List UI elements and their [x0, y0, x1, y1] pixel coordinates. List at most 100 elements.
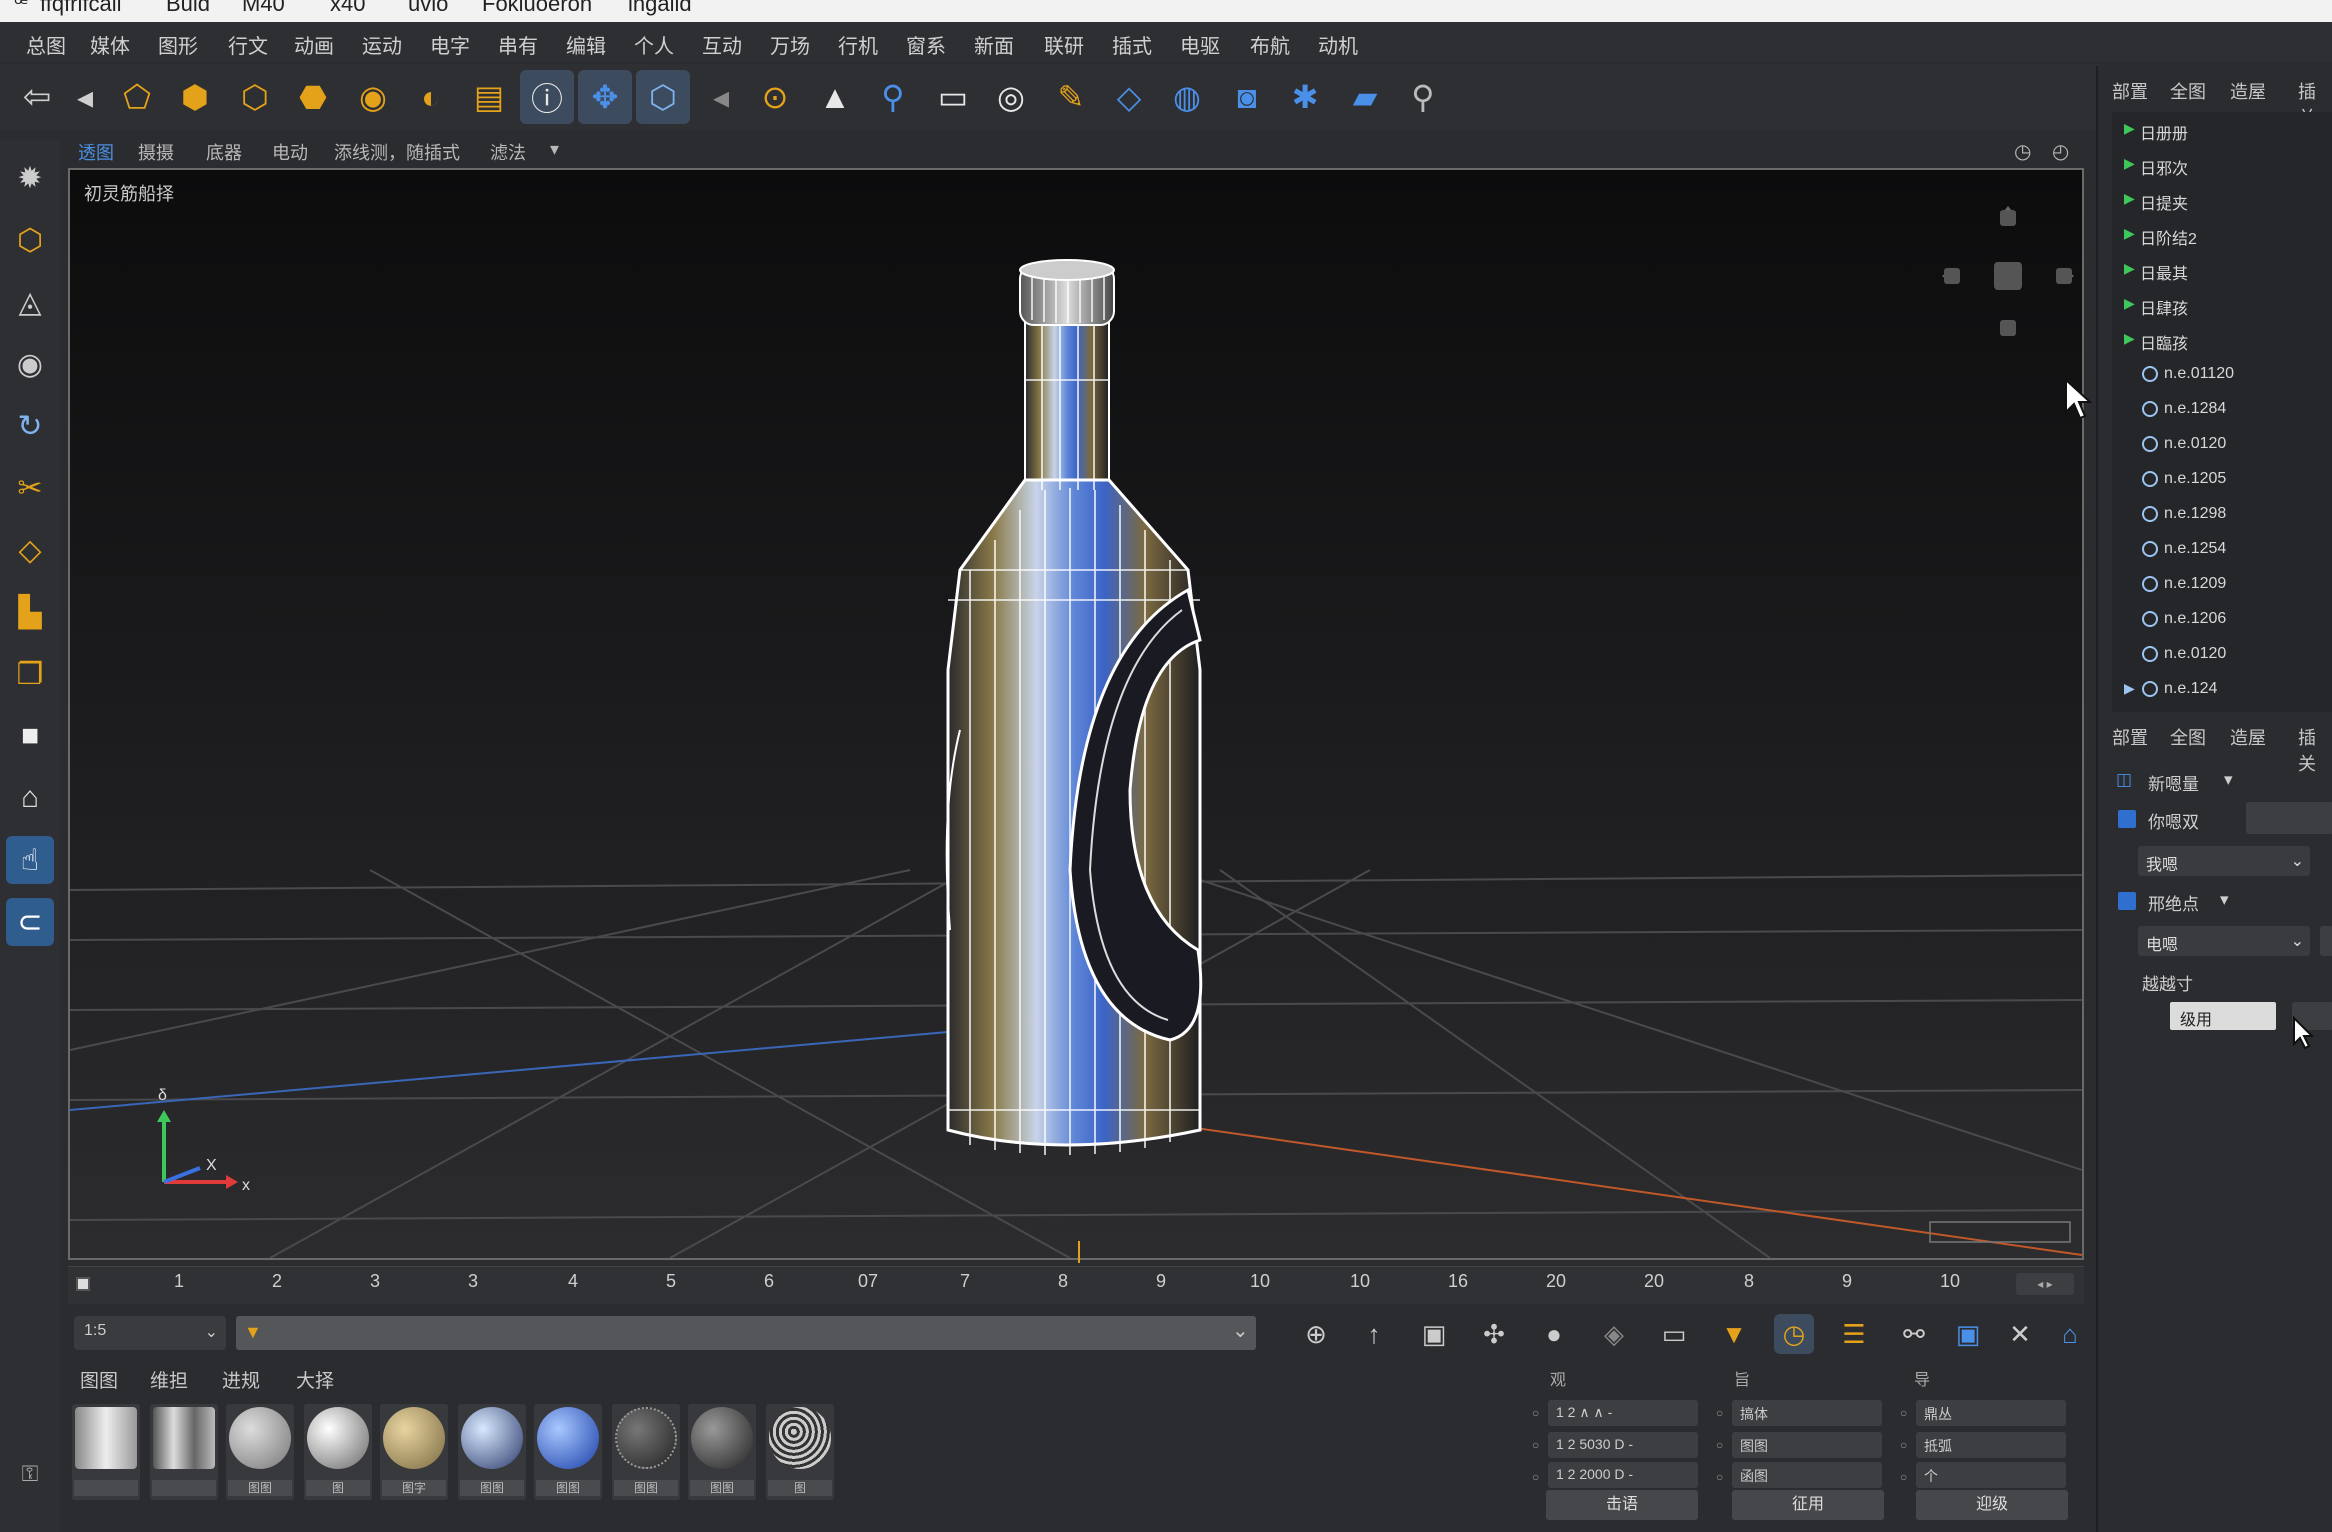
camera-icon[interactable]: ◎	[984, 70, 1038, 124]
monitor-icon[interactable]: ▭	[926, 70, 980, 124]
menu-item[interactable]: 运动	[362, 30, 402, 59]
keyframe-start-marker[interactable]	[76, 1277, 90, 1291]
history-icon[interactable]: ◴	[2052, 139, 2069, 164]
settings-icon[interactable]: ✹	[6, 154, 54, 202]
attr-value-input[interactable]	[2246, 802, 2332, 834]
info-icon[interactable]: ⓘ	[520, 70, 574, 124]
material-tab[interactable]: 进规	[222, 1366, 260, 1393]
attr-section-label[interactable]: 邢绝点	[2148, 890, 2199, 915]
object-row[interactable]: ▶ 日阶结2	[2112, 217, 2332, 251]
polygon-icon[interactable]: ⬡	[228, 70, 282, 124]
clipboard-icon[interactable]: ▣	[1414, 1314, 1454, 1354]
size-x-field[interactable]: 搞体	[1732, 1400, 1882, 1426]
viewport-tab[interactable]: 摄摄	[138, 139, 174, 165]
pen-icon[interactable]: ✎	[1044, 70, 1098, 124]
attr-apply-button[interactable]: 级用	[2170, 1002, 2276, 1030]
material-swatch[interactable]: 图图	[534, 1404, 602, 1500]
image-icon[interactable]: ▭	[1654, 1314, 1694, 1354]
object-row[interactable]: n.e.1284	[2112, 392, 2332, 426]
frame-select[interactable]: 1:5 ⌄	[74, 1316, 226, 1350]
object-row[interactable]: n.e.1254	[2112, 532, 2332, 566]
target-icon[interactable]: ⊙	[748, 70, 802, 124]
rotation-p-field[interactable]: 抵弧	[1916, 1432, 2066, 1458]
panel-tab[interactable]: 部置	[2112, 78, 2148, 104]
position-x-field[interactable]: 1 2 ∧ ∧ -	[1548, 1400, 1698, 1426]
object-row[interactable]: ▶ n.e.124	[2112, 672, 2332, 706]
dot-icon[interactable]: ●	[1534, 1314, 1574, 1354]
title-item[interactable]: ffqfrlfcail	[40, 0, 122, 17]
timeline-ruler[interactable]: 1 2 3 3 4 5 6 07 7 8 9 10 10 16 20 20 8 …	[68, 1241, 2084, 1304]
house-icon[interactable]: ⌂	[6, 774, 54, 822]
position-z-field[interactable]: 1 2 2000 D -	[1548, 1462, 1698, 1488]
panel-tab[interactable]: 造屋	[2230, 724, 2266, 750]
hand-icon[interactable]: ☝	[6, 836, 54, 884]
title-item[interactable]: uvlo	[408, 0, 448, 17]
rotate-icon[interactable]: ◉	[346, 70, 400, 124]
expand-icon[interactable]: ✕	[2000, 1314, 2040, 1354]
viewport-tab[interactable]: 底器	[206, 139, 242, 165]
title-item[interactable]: x40	[330, 0, 365, 17]
fan-icon[interactable]: ✣	[1474, 1314, 1514, 1354]
folder-icon[interactable]: ▰	[1338, 70, 1392, 124]
position-y-field[interactable]: 1 2 5030 D -	[1548, 1432, 1698, 1458]
menu-item[interactable]: 新面	[974, 30, 1014, 59]
menu-item[interactable]: 电字	[430, 30, 470, 59]
title-item[interactable]: M40	[242, 0, 285, 17]
object-row[interactable]: n.e.1298	[2112, 497, 2332, 531]
title-item[interactable]: Buld	[166, 0, 210, 17]
cube-icon[interactable]: ⬢	[168, 70, 222, 124]
rotation-b-field[interactable]: 个	[1916, 1462, 2066, 1488]
document-icon[interactable]: ▤	[462, 70, 516, 124]
object-row[interactable]: n.e.1206	[2112, 602, 2332, 636]
object-row[interactable]: ▶ 日臨孩	[2112, 322, 2332, 356]
rotation-h-field[interactable]: 鼎丛	[1916, 1400, 2066, 1426]
menu-item[interactable]: 布航	[1250, 30, 1290, 59]
menu-item[interactable]: 窗系	[906, 30, 946, 59]
menu-item[interactable]: 编辑	[566, 30, 606, 59]
viewport-tab[interactable]: 滤法	[490, 139, 526, 165]
menu-item[interactable]: 电驱	[1180, 30, 1220, 59]
menu-item[interactable]: 个人	[634, 30, 674, 59]
chevron-down-icon[interactable]: ▾	[2220, 890, 2229, 910]
sphere-icon[interactable]: ◍	[1160, 70, 1214, 124]
record-icon[interactable]: ⊕	[1296, 1314, 1336, 1354]
list-icon[interactable]: ☰	[1834, 1314, 1874, 1354]
magnet-icon[interactable]: ⊂	[6, 898, 54, 946]
apply-button[interactable]: 征用	[1732, 1490, 1884, 1520]
panel-tab[interactable]: 造屋	[2230, 78, 2266, 104]
attr-section-label[interactable]: 新嗯量	[2148, 770, 2199, 795]
attr-value-input[interactable]	[2320, 926, 2332, 956]
material-swatch[interactable]	[72, 1404, 140, 1500]
timer-icon[interactable]: ◷	[1774, 1314, 1814, 1354]
object-row[interactable]: ▶ 日册册	[2112, 112, 2332, 146]
panel-tab[interactable]: 插关	[2298, 724, 2332, 776]
search-icon[interactable]: ⚲	[1396, 70, 1450, 124]
object-row[interactable]: n.e.0120	[2112, 637, 2332, 671]
material-tab[interactable]: 维担	[150, 1366, 188, 1393]
cylinder-icon[interactable]: ◙	[1220, 70, 1274, 124]
panel-tab[interactable]: 全图	[2170, 78, 2206, 104]
menu-item[interactable]: 互动	[702, 30, 742, 59]
polygon-mode-icon[interactable]: ⬡	[6, 216, 54, 264]
coord-button[interactable]: 迎级	[1916, 1490, 2068, 1520]
menu-item[interactable]: 万场	[770, 30, 810, 59]
undo-icon[interactable]: ⇦	[10, 70, 64, 124]
edge-icon[interactable]: ⬣	[286, 70, 340, 124]
viewport-tab[interactable]: 添线测，随插式	[334, 139, 460, 165]
chevron-down-icon[interactable]: ⌄	[1232, 1318, 1249, 1343]
3d-viewport[interactable]: δ X x 初灵筋船择	[68, 168, 2084, 1260]
timeline-nav-arrows[interactable]: ◂ ▸	[2016, 1273, 2074, 1295]
cone-icon[interactable]: ◬	[6, 278, 54, 326]
material-swatch[interactable]: 图字	[380, 1404, 448, 1500]
ruler-icon[interactable]: ◇	[6, 526, 54, 574]
copy-icon[interactable]: ❐	[6, 650, 54, 698]
refresh-icon[interactable]: ◐	[404, 70, 458, 124]
material-swatch[interactable]: 图	[304, 1404, 372, 1500]
triangle-down-icon[interactable]: ▼	[1714, 1314, 1754, 1354]
move-object-icon[interactable]: ⬠	[110, 70, 164, 124]
menu-item[interactable]: 联研	[1044, 30, 1084, 59]
scrub-bar[interactable]: ▼	[236, 1316, 1256, 1350]
navigation-gizmo[interactable]	[1942, 206, 2074, 336]
material-swatch[interactable]: 图图	[688, 1404, 756, 1500]
material-swatch[interactable]: 图图	[458, 1404, 526, 1500]
